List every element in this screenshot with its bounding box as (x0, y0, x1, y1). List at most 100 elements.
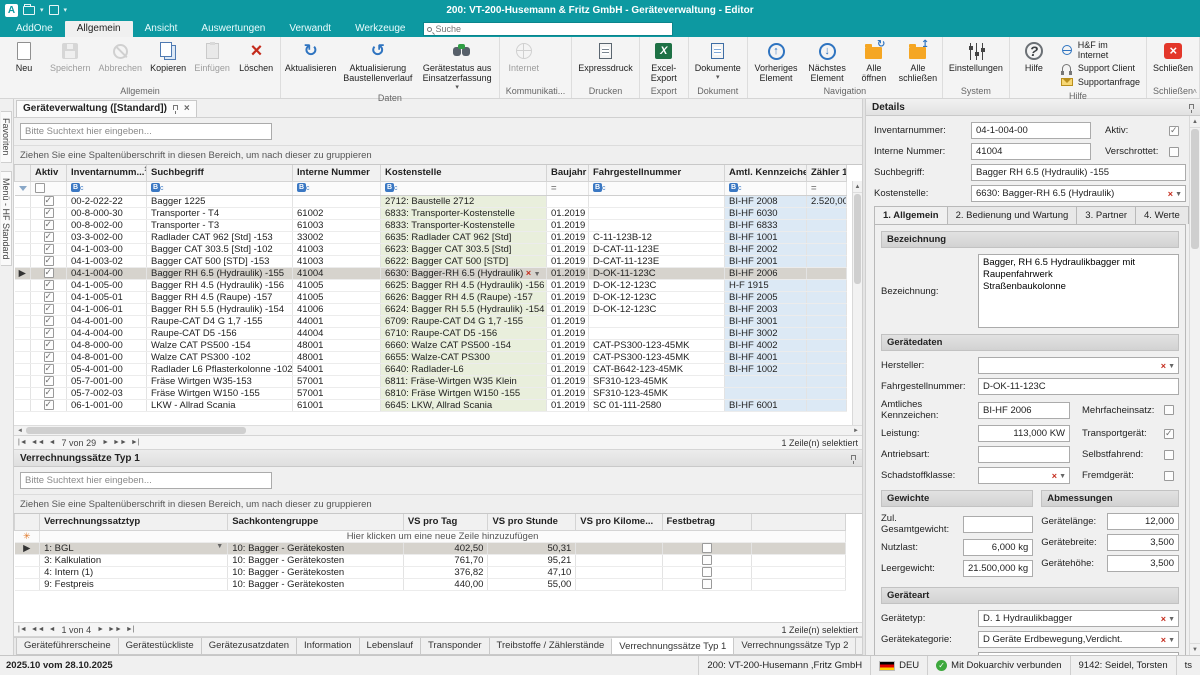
column-header-suchbegriff[interactable]: Suchbegriff (147, 165, 293, 181)
chevron-down-icon[interactable]: ▼ (1175, 191, 1182, 198)
menu-tab-werkzeuge[interactable]: Werkzeuge (343, 21, 417, 37)
scroll-up-icon[interactable]: ▲ (1190, 116, 1200, 128)
ribbon-h-f-im-internet-button[interactable]: H&F im Internet (1060, 40, 1140, 60)
ribbon-nächstes-element-button[interactable]: Nächstes Element (802, 38, 852, 84)
column-header-kostenstelle[interactable]: Kostenstelle (381, 165, 547, 181)
column-header-zähler-1[interactable]: Zähler 1 (807, 165, 847, 181)
ribbon-collapse-icon[interactable]: ˄ (1192, 87, 1197, 96)
column-header-vs-pro-stunde[interactable]: VS pro Stunde (488, 514, 576, 530)
menu-tab-verwandt[interactable]: Verwandt (277, 21, 343, 37)
chevron-down-icon[interactable]: ▼ (216, 543, 223, 550)
nav-prev-page-button[interactable]: ◄◄ (31, 626, 45, 633)
bezeichnung-textarea[interactable]: Bagger, RH 6.5 Hydraulikbagger mit Raupe… (978, 254, 1179, 328)
table-row[interactable]: 04-4-001-00Raupe-CAT D4 G 1,7 -155440016… (15, 315, 847, 327)
language-indicator[interactable]: DEU (870, 656, 927, 675)
ribbon-löschen-button[interactable]: Löschen (234, 38, 278, 74)
ribbon-excel-export-button[interactable]: Excel-Export (642, 38, 686, 84)
bottom-tab-geräteführerscheine[interactable]: Geräteführerscheine (16, 638, 119, 655)
nav-last-button[interactable]: ►| (126, 626, 135, 633)
menu-tab-addone[interactable]: AddOne (4, 21, 65, 37)
bottom-tab-information[interactable]: Information (296, 638, 360, 655)
column-header-vs-pro-kilome[interactable]: VS pro Kilome... (576, 514, 662, 530)
bottom-tab-gerätestückliste[interactable]: Gerätestückliste (118, 638, 202, 655)
clear-icon[interactable]: × (1168, 189, 1173, 199)
filter-cell[interactable] (15, 181, 31, 195)
ribbon-aktualisieren-button[interactable]: Aktualisieren (283, 38, 338, 74)
chevron-down-icon[interactable]: ▼ (1168, 616, 1175, 623)
chevron-down-icon[interactable]: ▼ (1168, 637, 1175, 644)
table-row[interactable]: 03-3-002-00Radlader CAT 962 [Std] -15333… (15, 231, 847, 243)
menu-tab-ansicht[interactable]: Ansicht (133, 21, 190, 37)
dispositionskategorie-combo[interactable]: 5010: Bagger×▼ (978, 652, 1179, 655)
clear-icon[interactable]: × (1161, 361, 1166, 371)
chevron-down-icon[interactable]: ▼ (1168, 363, 1175, 370)
horizontal-scrollbar[interactable]: ◄ ► (14, 425, 862, 435)
filter-cell[interactable]: Bc (725, 181, 807, 195)
bottom-tab-verrechnungssätze-typ-1[interactable]: Verrechnungssätze Typ 1 (611, 638, 734, 655)
gesamtgewicht-field[interactable] (963, 516, 1033, 533)
scrollbar-thumb[interactable] (1191, 129, 1199, 249)
column-header-interne-nummer[interactable]: Interne Nummer (293, 165, 381, 181)
table-row[interactable]: 04-1-003-00Bagger CAT 303.5 [Std] -10241… (15, 243, 847, 255)
table-row[interactable]: 04-1-003-02Bagger CAT 500 [STD] -1534100… (15, 255, 847, 267)
column-header-festbetrag[interactable]: Festbetrag (662, 514, 751, 530)
nutzlast-field[interactable]: 6,000 kg (963, 539, 1033, 556)
ribbon-support-client-button[interactable]: Support Client (1060, 62, 1140, 74)
inventarnummer-field[interactable]: 04-1-004-00 (971, 122, 1091, 139)
bottom-tab-transponder[interactable]: Transponder (420, 638, 490, 655)
filter-cell[interactable]: Bc (147, 181, 293, 195)
clear-icon[interactable]: × (1161, 635, 1166, 645)
chevron-down-icon[interactable]: ▾ (64, 6, 68, 14)
chevron-down-icon[interactable]: ▾ (40, 6, 44, 14)
pin-icon[interactable] (851, 455, 856, 460)
clear-icon[interactable]: × (1161, 614, 1166, 624)
filter-cell[interactable]: = (807, 181, 847, 195)
scrollbar-thumb[interactable] (854, 194, 861, 284)
table-row[interactable]: 04-4-004-00Raupe-CAT D5 -156440046710: R… (15, 327, 847, 339)
nav-next-page-button[interactable]: ►► (108, 626, 122, 633)
column-header-fahrgestellnummer[interactable]: Fahrgestellnummer (589, 165, 725, 181)
table-row[interactable]: 3: Kalkulation10: Bagger - Gerätekosten7… (15, 554, 846, 566)
ribbon-schließen-button[interactable]: Schließen (1149, 38, 1197, 74)
suchbegriff-field[interactable]: Bagger RH 6.5 (Hydraulik) -155 (971, 164, 1186, 181)
ribbon-dokumente-button[interactable]: Dokumente▾ (691, 38, 745, 82)
column-header-indicator[interactable] (15, 165, 31, 181)
clear-icon[interactable]: × (523, 268, 533, 278)
bottom-tab-gerätezusatzdaten[interactable]: Gerätezusatzdaten (201, 638, 297, 655)
table-row[interactable]: ▶04-1-004-00Bagger RH 6.5 (Hydraulik) -1… (15, 267, 847, 279)
table-row[interactable]: 05-4-001-00Radlader L6 Pflasterkolonne -… (15, 363, 847, 375)
nav-first-button[interactable]: |◄ (18, 626, 27, 633)
ribbon-supportanfrage-button[interactable]: Supportanfrage (1060, 76, 1140, 88)
table-row[interactable]: ▶1: BGL ▼10: Bagger - Gerätekosten402,50… (15, 542, 846, 554)
schadstoffklasse-combo[interactable]: ×▼ (978, 467, 1070, 484)
leergewicht-field[interactable]: 21.500,000 kg (963, 560, 1033, 577)
table-row[interactable]: 04-8-001-00Walze CAT PS300 -102480016655… (15, 351, 847, 363)
tab-1-allgemein[interactable]: 1. Allgemein (874, 206, 948, 224)
selbstfahrend-checkbox[interactable] (1164, 450, 1174, 460)
leistung-field[interactable]: 113,000 KW (978, 425, 1070, 442)
geraetehoehe-field[interactable]: 3,500 (1107, 555, 1179, 572)
ribbon-gerätestatus-aus-einsatzerfassung-button[interactable]: Gerätestatus aus Einsatzerfassung▾ (417, 38, 496, 92)
filter-cell[interactable]: Bc (293, 181, 381, 195)
sidebar-item-favoriten[interactable]: Favoriten (1, 111, 12, 163)
geraetetyp-combo[interactable]: D. 1 Hydraulikbagger×▼ (978, 610, 1179, 627)
table-row[interactable]: 9: Festpreis10: Bagger - Gerätekosten440… (15, 578, 846, 590)
vertical-scrollbar[interactable]: ▲ (852, 181, 862, 425)
column-header-sachkontengruppe[interactable]: Sachkontengruppe (228, 514, 404, 530)
chevron-down-icon[interactable]: ▼ (534, 271, 541, 278)
subgrid-group-by-hint[interactable]: Ziehen Sie eine Spaltenüberschrift in di… (14, 494, 862, 514)
column-header-inventarnumm[interactable]: Inventarnumm...1 ▲ (67, 165, 147, 181)
bottom-tab-treibstoffe-zählerstände[interactable]: Treibstoffe / Zählerstände (489, 638, 613, 655)
scrollbar-thumb[interactable] (26, 427, 246, 434)
fahrgestellnummer-field[interactable]: D-OK-11-123C (978, 378, 1179, 395)
kennzeichen-field[interactable]: BI-HF 2006 (978, 402, 1070, 419)
pin-icon[interactable] (1189, 104, 1194, 109)
table-row[interactable]: 04-1-005-00Bagger RH 4.5 (Hydraulik) -15… (15, 279, 847, 291)
interne-nummer-field[interactable]: 41004 (971, 143, 1091, 160)
geraetekategorie-combo[interactable]: D Geräte Erdbewegung,Verdicht.×▼ (978, 631, 1179, 648)
geraetelaenge-field[interactable]: 12,000 (1107, 513, 1179, 530)
column-header-amtl-kennzeichen[interactable]: Amtl. Kennzeichen (725, 165, 807, 181)
details-scrollbar[interactable]: ▲ ▼ (1189, 116, 1200, 655)
tab-3-partner[interactable]: 3. Partner (1076, 206, 1136, 224)
filter-cell[interactable] (31, 181, 67, 195)
